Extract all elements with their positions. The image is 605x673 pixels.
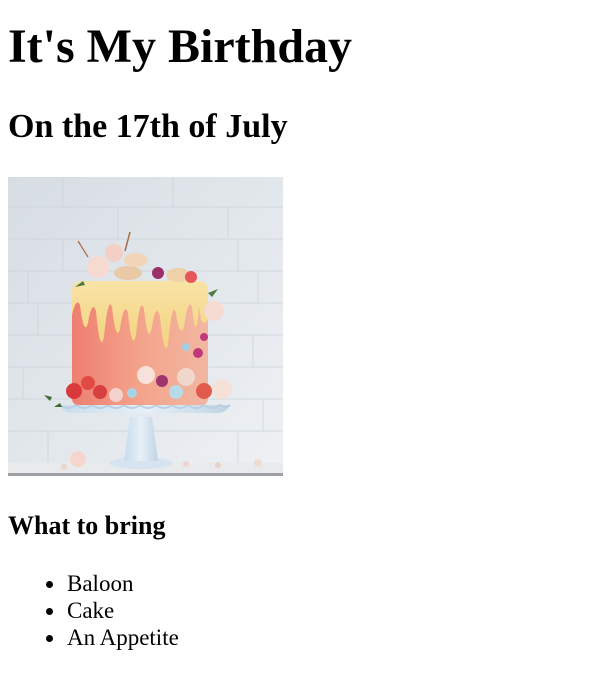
list-item-label: Baloon — [67, 571, 134, 596]
list-item: Cake — [8, 597, 179, 624]
cake-image — [8, 177, 283, 476]
bullet-icon — [46, 635, 53, 642]
list-item: Baloon — [8, 570, 179, 597]
list-item-label: An Appetite — [67, 625, 179, 650]
bring-heading: What to bring — [8, 511, 166, 540]
page-subtitle: On the 17th of July — [8, 108, 288, 145]
bullet-icon — [46, 608, 53, 615]
page-title: It's My Birthday — [8, 20, 353, 73]
bring-list: Baloon Cake An Appetite — [8, 570, 179, 651]
list-item: An Appetite — [8, 624, 179, 651]
list-item-label: Cake — [67, 598, 115, 623]
bullet-icon — [46, 581, 53, 588]
